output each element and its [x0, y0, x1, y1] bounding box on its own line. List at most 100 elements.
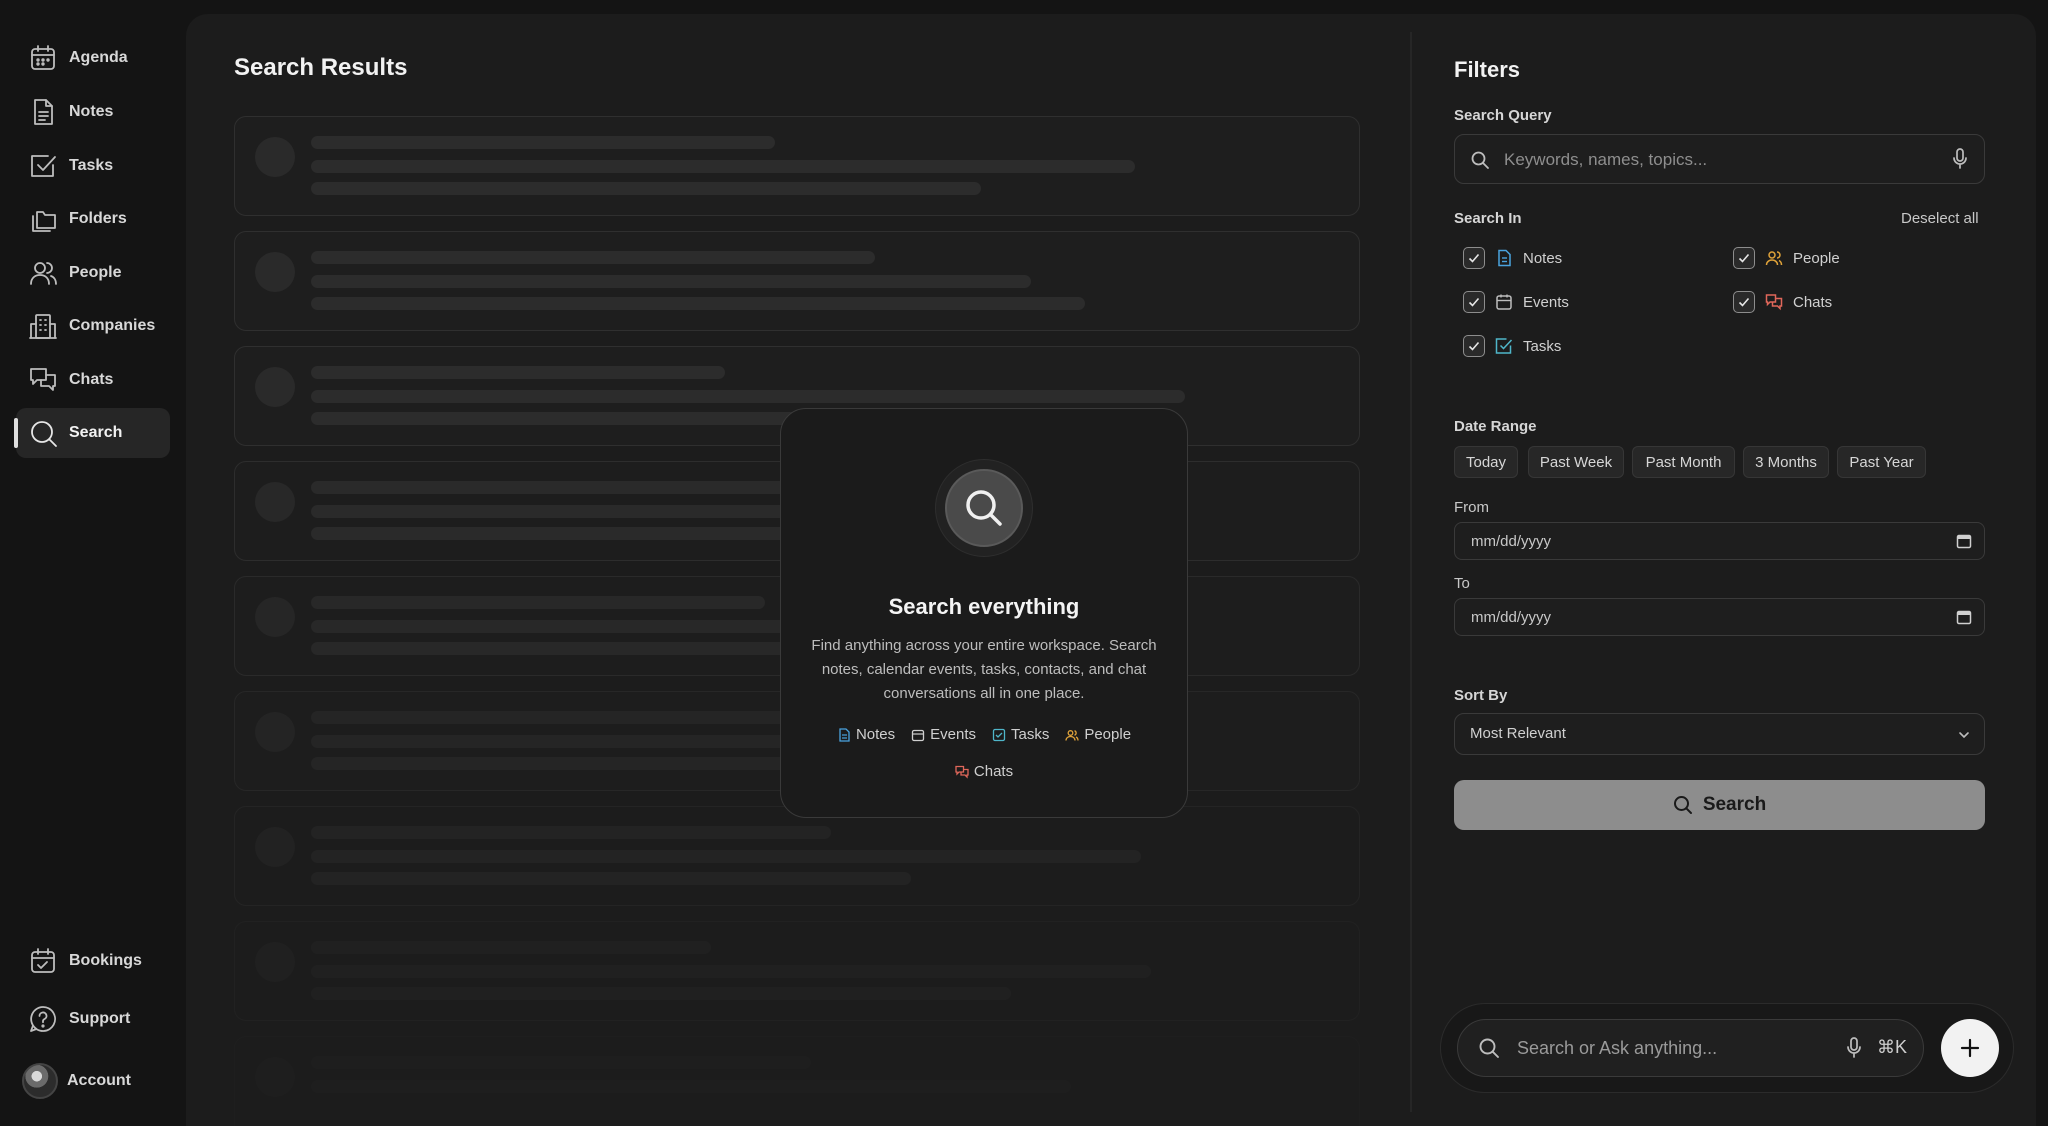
sidebar-item-chats[interactable]: Chats — [16, 355, 170, 405]
content-type-tags: Notes Events Tasks People — [781, 726, 1187, 743]
sidebar-item-notes[interactable]: Notes — [16, 87, 170, 137]
building-icon — [29, 314, 57, 339]
calendar-icon — [31, 45, 55, 70]
note-icon — [1498, 249, 1511, 267]
check-icon — [1468, 297, 1480, 307]
tag-tasks: Tasks — [992, 726, 1049, 743]
sort-by-select[interactable]: Most Relevant — [1454, 713, 1985, 755]
search-icon-badge — [935, 459, 1033, 557]
to-label: To — [1454, 575, 1470, 592]
empty-state-card: Search everything Find anything across y… — [780, 408, 1188, 818]
date-preset-past-week[interactable]: Past Week — [1528, 446, 1624, 478]
checkbox-icon — [992, 728, 1006, 741]
date-range-label: Date Range — [1454, 418, 1537, 435]
checkbox[interactable] — [1463, 247, 1485, 269]
checkbox[interactable] — [1733, 247, 1755, 269]
date-preset-past-year[interactable]: Past Year — [1837, 446, 1926, 478]
sidebar-item-folders[interactable]: Folders — [16, 194, 170, 244]
filters-title: Filters — [1454, 57, 1521, 82]
command-bar: Search or Ask anything... ⌘K — [1440, 1003, 2014, 1093]
checkbox[interactable] — [1463, 291, 1485, 313]
sidebar-item-label: Bookings — [69, 952, 142, 969]
tag-people: People — [1065, 726, 1131, 743]
command-placeholder: Search or Ask anything... — [1517, 1038, 1718, 1058]
sidebar-item-agenda[interactable]: Agenda — [16, 33, 170, 83]
people-icon — [30, 262, 57, 285]
skeleton-card — [234, 806, 1360, 906]
to-date-input[interactable]: mm/dd/yyyy — [1454, 598, 1985, 636]
sidebar-item-support[interactable]: Support — [16, 994, 170, 1044]
date-preset-3-months[interactable]: 3 Months — [1743, 446, 1829, 478]
people-icon — [1765, 251, 1783, 266]
calendar-check-icon — [31, 948, 55, 973]
tag-chats: Chats — [955, 763, 1013, 780]
search-icon — [1673, 796, 1692, 814]
sidebar-item-label: Notes — [69, 103, 114, 120]
divider — [1410, 32, 1412, 1112]
search-query-placeholder: Keywords, names, topics... — [1504, 150, 1708, 169]
check-icon — [1468, 341, 1480, 351]
sort-by-label: Sort By — [1454, 687, 1508, 704]
sort-by-value: Most Relevant — [1470, 725, 1566, 742]
avatar — [22, 1063, 58, 1099]
empty-state-description: Find anything across your entire workspa… — [811, 637, 1157, 702]
sidebar-item-companies[interactable]: Companies — [16, 301, 170, 351]
keyboard-shortcut: ⌘K — [1877, 1037, 1908, 1057]
sidebar-item-bookings[interactable]: Bookings — [16, 936, 170, 986]
search-query-input[interactable]: Keywords, names, topics... — [1454, 134, 1985, 184]
page-title: Search Results — [234, 54, 408, 81]
sidebar-item-label: Account — [67, 1072, 131, 1089]
skeleton-card — [234, 1036, 1360, 1126]
search-button[interactable]: Search — [1454, 780, 1985, 830]
note-icon — [839, 727, 850, 742]
add-button[interactable] — [1941, 1019, 1999, 1077]
sidebar-item-label: Companies — [69, 317, 156, 334]
sidebar-item-tasks[interactable]: Tasks — [16, 141, 170, 191]
microphone-icon[interactable] — [1845, 1036, 1863, 1060]
people-icon — [1065, 729, 1079, 741]
help-icon — [30, 1006, 56, 1032]
skeleton-card — [234, 116, 1360, 216]
sidebar-item-label: People — [69, 264, 122, 281]
date-preset-today[interactable]: Today — [1454, 446, 1518, 478]
main-panel: Search Results Search everything Find an… — [186, 14, 2036, 1126]
filters-panel: Filters Search Query Keywords, names, to… — [1454, 14, 2036, 1126]
sidebar-item-label: Agenda — [69, 49, 128, 66]
search-icon — [31, 421, 57, 447]
search-in-tasks-checkbox[interactable]: Tasks — [1463, 335, 1561, 357]
check-icon — [1738, 297, 1750, 307]
chat-icon — [955, 765, 969, 779]
command-input[interactable]: Search or Ask anything... ⌘K — [1457, 1019, 1924, 1077]
sidebar-item-people[interactable]: People — [16, 248, 170, 298]
search-in-events-checkbox[interactable]: Events — [1463, 291, 1569, 313]
checkbox[interactable] — [1463, 335, 1485, 357]
empty-state-title: Search everything — [888, 594, 1080, 619]
microphone-icon[interactable] — [1950, 147, 1970, 171]
sidebar-item-account[interactable]: Account — [16, 1056, 170, 1106]
tag-notes: Notes — [837, 726, 895, 743]
content-type-tags-row2: Chats — [781, 763, 1187, 780]
sidebar-item-label: Support — [69, 1010, 131, 1027]
folders-icon — [32, 211, 56, 232]
checkbox-icon — [1495, 338, 1513, 354]
chat-icon — [1765, 294, 1783, 311]
calendar-icon[interactable] — [1956, 533, 1972, 549]
search-in-label: Search In — [1454, 210, 1522, 227]
sidebar-item-search[interactable]: Search — [14, 408, 170, 458]
note-icon — [34, 99, 53, 125]
search-in-chats-checkbox[interactable]: Chats — [1733, 291, 1832, 313]
checkbox-icon — [31, 155, 56, 177]
checkbox[interactable] — [1733, 291, 1755, 313]
calendar-icon[interactable] — [1956, 609, 1972, 625]
sidebar-item-label: Search — [69, 424, 123, 441]
plus-icon — [1960, 1038, 1980, 1058]
date-preset-past-month[interactable]: Past Month — [1632, 446, 1735, 478]
search-in-notes-checkbox[interactable]: Notes — [1463, 247, 1562, 269]
chat-icon — [30, 368, 56, 391]
from-label: From — [1454, 499, 1489, 516]
check-icon — [1738, 253, 1750, 263]
search-in-people-checkbox[interactable]: People — [1733, 247, 1840, 269]
deselect-all-link[interactable]: Deselect all — [1901, 210, 1979, 227]
calendar-icon — [911, 729, 925, 741]
from-date-input[interactable]: mm/dd/yyyy — [1454, 522, 1985, 560]
